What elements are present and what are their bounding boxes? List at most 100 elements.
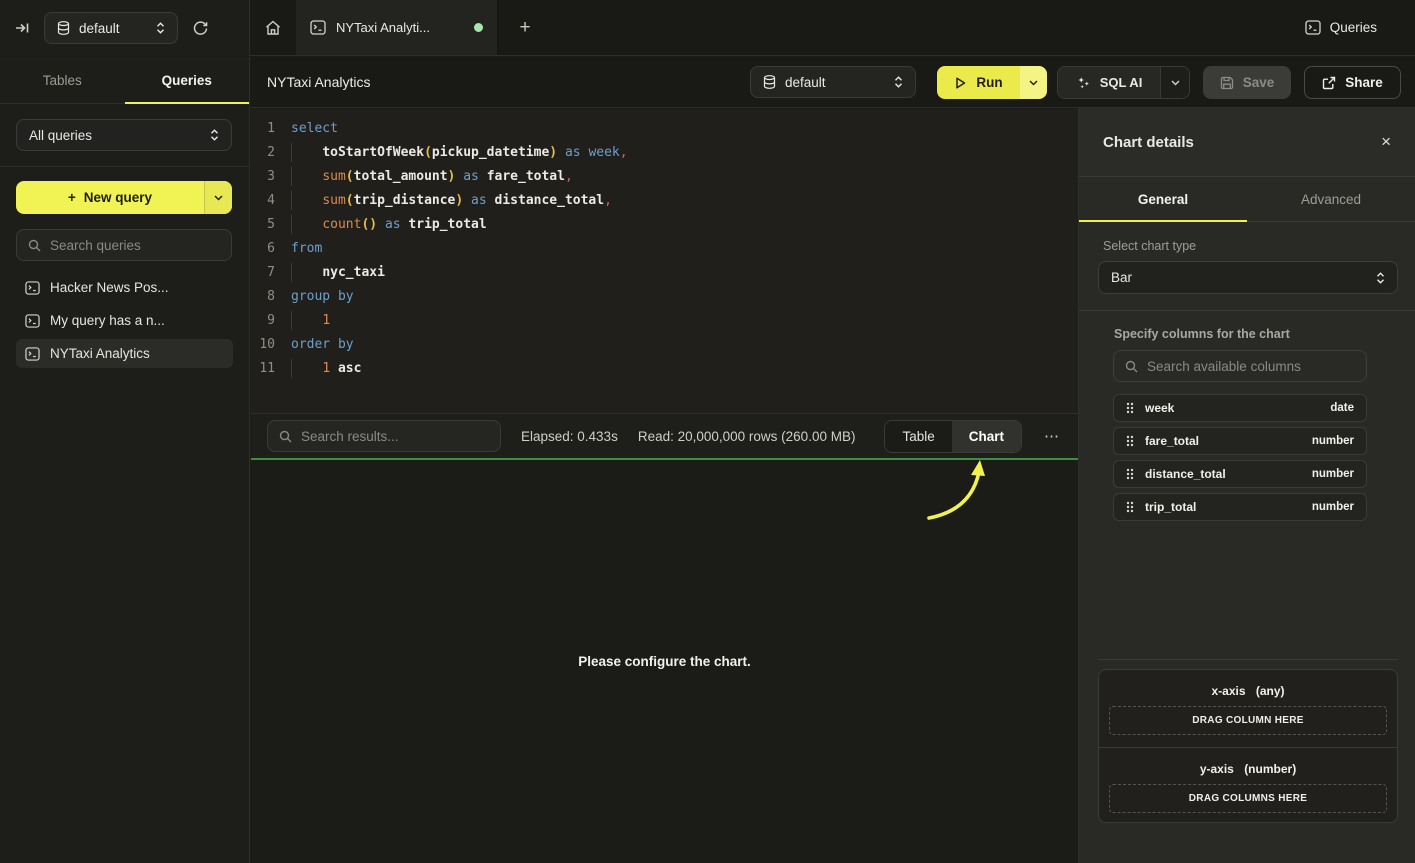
column-type: number bbox=[1312, 435, 1354, 447]
sql-ai-dropdown[interactable] bbox=[1160, 67, 1189, 98]
search-results-input[interactable] bbox=[301, 429, 489, 444]
query-filter-select[interactable]: All queries bbox=[16, 119, 232, 151]
collapse-sidebar-button[interactable] bbox=[14, 20, 30, 36]
chart-empty-message: Please configure the chart. bbox=[251, 654, 1078, 669]
y-axis-drop-zone[interactable]: DRAG COLUMNS HERE bbox=[1109, 784, 1387, 813]
x-axis-drop-zone[interactable]: DRAG COLUMN HERE bbox=[1109, 706, 1387, 735]
database-selector-main[interactable]: default bbox=[750, 66, 916, 98]
refresh-button[interactable] bbox=[192, 20, 209, 37]
queries-terminal-icon bbox=[1305, 20, 1321, 35]
search-columns-input[interactable] bbox=[1147, 359, 1355, 374]
line-number: 9 bbox=[251, 313, 275, 328]
line-number: 2 bbox=[251, 145, 275, 160]
panel-divider bbox=[1079, 310, 1415, 311]
save-button[interactable]: Save bbox=[1203, 66, 1291, 99]
tab-nytaxi-analytics[interactable]: NYTaxi Analyti... bbox=[296, 0, 498, 55]
editor-line[interactable]: 4 sum(trip_distance) as distance_total, bbox=[251, 188, 1078, 212]
query-header: NYTaxi Analytics default bbox=[251, 57, 1415, 108]
tab-chart-view[interactable]: Chart bbox=[952, 421, 1021, 452]
code-text: select bbox=[291, 121, 338, 136]
code-text: sum(total_amount) as fare_total, bbox=[291, 169, 573, 184]
sql-ai-button[interactable]: SQL AI bbox=[1057, 66, 1190, 99]
editor-line[interactable]: 11 1 asc bbox=[251, 356, 1078, 380]
tab-queries[interactable]: Queries bbox=[125, 57, 250, 103]
new-tab-button[interactable]: + bbox=[505, 0, 545, 55]
share-button[interactable]: Share bbox=[1304, 66, 1401, 99]
tab-general[interactable]: General bbox=[1079, 177, 1247, 221]
share-label: Share bbox=[1345, 75, 1383, 90]
panel-title: Chart details bbox=[1103, 134, 1194, 151]
chevron-down-icon bbox=[1029, 80, 1038, 86]
close-icon[interactable]: × bbox=[1381, 132, 1391, 152]
editor-line[interactable]: 5 count() as trip_total bbox=[251, 212, 1078, 236]
drag-handle-icon bbox=[1126, 468, 1134, 480]
x-axis-type: (any) bbox=[1256, 684, 1285, 698]
search-queries-box bbox=[16, 229, 232, 261]
query-terminal-icon bbox=[25, 314, 40, 328]
sidebar-tabs: Tables Queries bbox=[0, 57, 249, 104]
code-text: from bbox=[291, 241, 322, 256]
line-number: 7 bbox=[251, 265, 275, 280]
run-button[interactable]: Run bbox=[937, 66, 1047, 99]
queries-shortcut[interactable]: Queries bbox=[1305, 0, 1377, 55]
panel-tabs: General Advanced bbox=[1079, 177, 1415, 222]
column-name: fare_total bbox=[1145, 434, 1199, 448]
database-selector-value: default bbox=[785, 75, 885, 90]
home-icon bbox=[264, 19, 282, 37]
editor-line[interactable]: 3 sum(total_amount) as fare_total, bbox=[251, 164, 1078, 188]
chevron-updown-icon bbox=[894, 76, 903, 88]
column-type: date bbox=[1330, 402, 1354, 414]
search-icon bbox=[279, 430, 292, 443]
editor-line[interactable]: 7 nyc_taxi bbox=[251, 260, 1078, 284]
tab-tables[interactable]: Tables bbox=[0, 57, 125, 103]
sidebar-divider bbox=[0, 166, 249, 167]
top-bar: default bbox=[0, 0, 1415, 56]
chevron-down-icon bbox=[1171, 80, 1180, 86]
line-number: 5 bbox=[251, 217, 275, 232]
query-list-item-selected[interactable]: NYTaxi Analytics bbox=[16, 339, 233, 368]
line-number: 10 bbox=[251, 337, 275, 352]
column-type: number bbox=[1312, 501, 1354, 513]
column-row-trip-total[interactable]: trip_total number bbox=[1113, 493, 1367, 521]
editor-lines: 1 select 2 toStartOfWeek(pickup_datetime) … bbox=[251, 116, 1078, 380]
unsaved-status-dot bbox=[474, 23, 483, 32]
column-row-distance-total[interactable]: distance_total number bbox=[1113, 460, 1367, 488]
tab-table-view[interactable]: Table bbox=[885, 421, 951, 452]
y-axis-label: y-axis bbox=[1200, 762, 1234, 776]
editor-line[interactable]: 8group by bbox=[251, 284, 1078, 308]
database-icon bbox=[57, 21, 70, 35]
search-queries-input[interactable] bbox=[50, 238, 220, 253]
column-row-week[interactable]: week date bbox=[1113, 394, 1367, 422]
new-query-dropdown[interactable] bbox=[204, 181, 232, 214]
chart-type-select[interactable]: Bar bbox=[1098, 261, 1398, 294]
query-terminal-icon bbox=[25, 347, 40, 361]
play-icon bbox=[954, 76, 967, 90]
run-options-dropdown[interactable] bbox=[1020, 66, 1047, 99]
editor-line[interactable]: 6from bbox=[251, 236, 1078, 260]
line-number: 4 bbox=[251, 193, 275, 208]
code-text: group by bbox=[291, 289, 354, 304]
column-row-fare-total[interactable]: fare_total number bbox=[1113, 427, 1367, 455]
search-icon bbox=[28, 239, 41, 252]
database-selector-top[interactable]: default bbox=[44, 12, 178, 44]
chevron-updown-icon bbox=[210, 129, 219, 141]
tab-advanced[interactable]: Advanced bbox=[1247, 177, 1415, 221]
results-more-menu[interactable]: ⋯ bbox=[1042, 427, 1062, 445]
chart-type-label: Select chart type bbox=[1103, 239, 1391, 253]
home-button[interactable] bbox=[250, 0, 296, 55]
chevron-updown-icon bbox=[156, 22, 165, 34]
editor-line[interactable]: 1 select bbox=[251, 116, 1078, 140]
search-columns-box bbox=[1113, 350, 1367, 382]
elapsed-stat: Elapsed: 0.433s bbox=[521, 429, 618, 444]
editor-line[interactable]: 9 1 bbox=[251, 308, 1078, 332]
editor-line[interactable]: 2 toStartOfWeek(pickup_datetime) as week… bbox=[251, 140, 1078, 164]
code-text: 1 bbox=[291, 313, 330, 328]
query-list-item[interactable]: Hacker News Pos... bbox=[16, 273, 233, 302]
sql-editor[interactable]: 1 select 2 toStartOfWeek(pickup_datetime) … bbox=[251, 109, 1078, 413]
query-list-item[interactable]: My query has a n... bbox=[16, 306, 233, 335]
line-number: 1 bbox=[251, 121, 275, 136]
new-query-button[interactable]: + New query bbox=[16, 181, 232, 214]
page-title: NYTaxi Analytics bbox=[267, 57, 370, 107]
editor-line[interactable]: 10order by bbox=[251, 332, 1078, 356]
query-item-label: Hacker News Pos... bbox=[50, 280, 169, 295]
